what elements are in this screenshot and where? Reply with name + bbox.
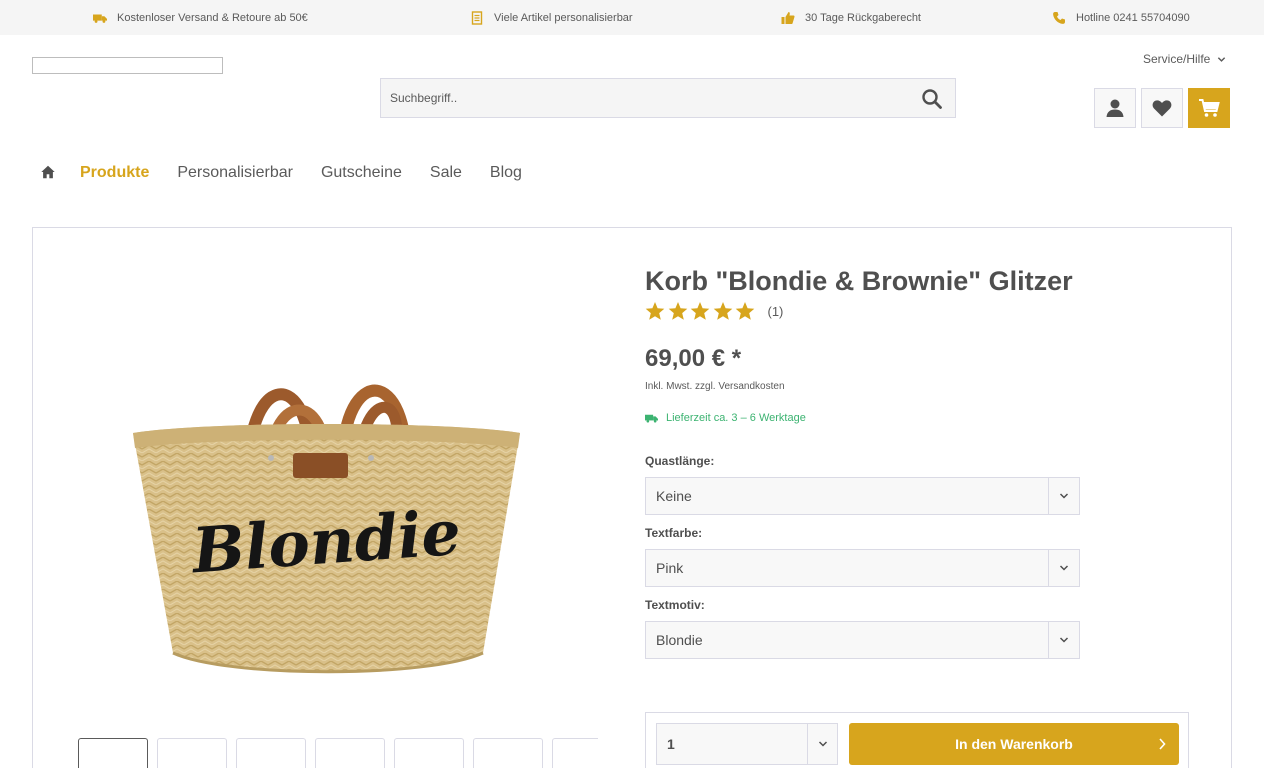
product-thumbnail[interactable]: [315, 738, 385, 768]
service-menu[interactable]: Service/Hilfe: [1143, 52, 1226, 66]
nav-item-blog[interactable]: Blog: [490, 164, 522, 182]
thumbnail-strip: [78, 738, 598, 768]
home-icon[interactable]: [40, 164, 58, 182]
quantity-select[interactable]: 1: [656, 723, 838, 765]
document-icon: [470, 10, 484, 25]
star-icon: [735, 302, 755, 320]
chevron-down-icon: [818, 741, 827, 747]
wishlist-button[interactable]: [1141, 88, 1183, 128]
promo-shipping: Kostenloser Versand & Retoure ab 50€: [93, 0, 308, 35]
product-thumbnail[interactable]: [157, 738, 227, 768]
promo-return: 30 Tage Rückgaberecht: [781, 0, 921, 35]
delivery-info: Lieferzeit ca. 3 – 6 Werktage: [645, 412, 806, 424]
option-label-textfarbe: Textfarbe:: [645, 526, 703, 540]
cart-button[interactable]: [1188, 88, 1230, 128]
main-navigation: Produkte Personalisierbar Gutscheine Sal…: [40, 160, 550, 186]
textmotiv-select[interactable]: Blondie: [645, 621, 1080, 659]
product-thumbnail[interactable]: [552, 738, 598, 768]
product-rating[interactable]: (1): [645, 301, 783, 321]
star-icon: [668, 302, 687, 320]
quastlaenge-select[interactable]: Keine: [645, 477, 1080, 515]
product-thumbnail[interactable]: [394, 738, 464, 768]
chevron-down-icon: [1059, 565, 1069, 571]
promo-personalizable: Viele Artikel personalisierbar: [470, 0, 633, 35]
product-thumbnail[interactable]: [236, 738, 306, 768]
textfarbe-select[interactable]: Pink: [645, 549, 1080, 587]
product-thumbnail[interactable]: [78, 738, 148, 768]
chevron-down-icon: [1218, 56, 1226, 62]
promo-hotline: Hotline 0241 55704090: [1052, 0, 1190, 35]
rating-count[interactable]: (1): [768, 304, 784, 319]
promo-bar: Kostenloser Versand & Retoure ab 50€ Vie…: [0, 0, 1264, 35]
product-detail-panel: Blondie Korb "Blondie & Brownie" Glitzer…: [32, 227, 1232, 768]
product-image[interactable]: Blondie: [128, 333, 528, 693]
truck-icon: [645, 414, 658, 423]
account-button[interactable]: [1094, 88, 1136, 128]
star-icon: [713, 302, 732, 320]
chevron-down-icon: [1059, 493, 1069, 499]
thumbs-up-icon: [781, 11, 795, 25]
option-label-quastlaenge: Quastlänge:: [645, 454, 715, 468]
tax-note[interactable]: Inkl. Mwst. zzgl. Versandkosten: [645, 381, 785, 392]
buy-box: 1 In den Warenkorb: [645, 712, 1189, 768]
user-icon: [1106, 99, 1124, 117]
cart-icon: [1199, 99, 1220, 117]
chevron-down-icon: [1059, 637, 1069, 643]
product-title: Korb "Blondie & Brownie" Glitzer: [645, 266, 1073, 296]
nav-item-sale[interactable]: Sale: [430, 164, 462, 182]
nav-item-produkte[interactable]: Produkte: [80, 164, 149, 182]
search-bar: [380, 78, 956, 118]
nav-item-personalisierbar[interactable]: Personalisierbar: [177, 164, 293, 182]
service-label: Service/Hilfe: [1143, 52, 1211, 66]
phone-icon: [1052, 11, 1066, 25]
product-thumbnail[interactable]: [473, 738, 543, 768]
logo-placeholder[interactable]: [32, 57, 223, 74]
chevron-right-icon: [1159, 738, 1166, 750]
nav-item-gutscheine[interactable]: Gutscheine: [321, 164, 402, 182]
product-price: 69,00 € *: [645, 345, 742, 372]
search-icon[interactable]: [921, 88, 943, 110]
search-input[interactable]: [381, 79, 901, 117]
star-icon: [690, 302, 710, 320]
add-to-cart-button[interactable]: In den Warenkorb: [849, 723, 1179, 765]
star-icon: [645, 302, 665, 320]
option-label-textmotiv: Textmotiv:: [645, 598, 705, 612]
heart-icon: [1152, 100, 1172, 117]
truck-icon: [93, 11, 107, 25]
